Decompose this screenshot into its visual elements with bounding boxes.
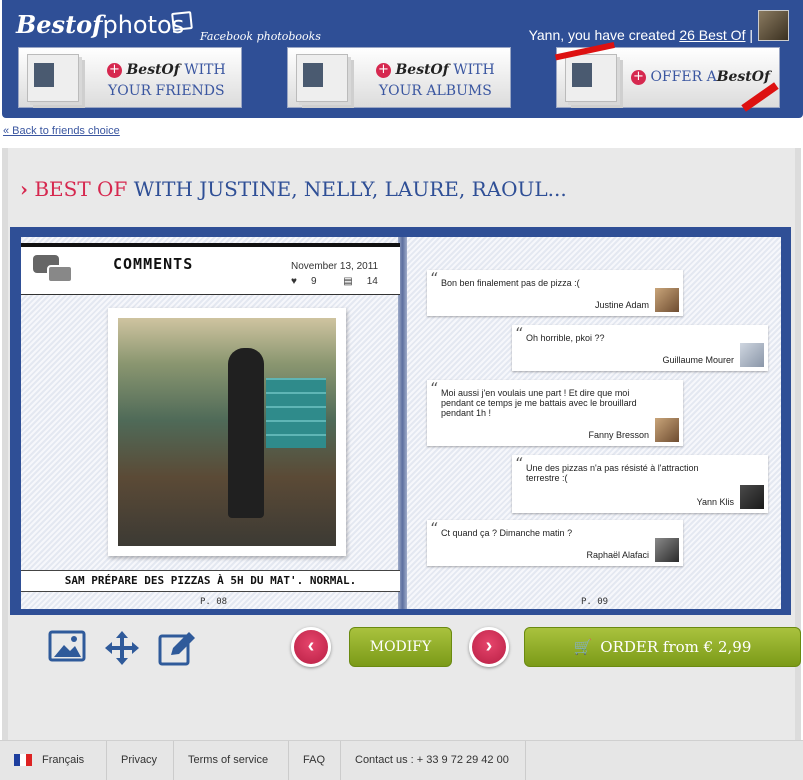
plus-icon: + bbox=[631, 69, 646, 85]
author-avatar bbox=[655, 538, 679, 562]
french-flag-icon bbox=[14, 754, 32, 767]
photo-frame-icon bbox=[171, 11, 193, 31]
kitchen-photo bbox=[118, 318, 336, 546]
photo-frame[interactable] bbox=[108, 308, 346, 556]
privacy-link[interactable]: Privacy bbox=[107, 741, 174, 780]
user-avatar[interactable] bbox=[758, 10, 789, 41]
button-label: OFFER A bbox=[650, 69, 717, 85]
offer-a-bestof-button[interactable]: + OFFER ABestOf bbox=[554, 42, 780, 112]
button-label-line2: YOUR ALBUMS bbox=[378, 83, 492, 99]
person-figure bbox=[228, 348, 264, 518]
comment-item: “ Bon ben finalement pas de pizza :( Jus… bbox=[427, 269, 683, 316]
cart-icon: 🛒 bbox=[573, 638, 593, 656]
photo-caption: SAM PRÉPARE DES PIZZAS À 5H DU MAT'. NOR… bbox=[21, 570, 400, 592]
bestof-with-friends-button[interactable]: + BestOf WITH YOUR FRIENDS bbox=[18, 47, 242, 108]
comment-author: Yann Klis bbox=[696, 497, 734, 507]
quote-icon: “ bbox=[430, 269, 439, 288]
comment-author: Raphaël Alafaci bbox=[586, 550, 649, 560]
comment-text: Une des pizzas n'a pas résisté à l'attra… bbox=[526, 463, 699, 483]
back-to-friends-link[interactable]: « Back to friends choice bbox=[3, 125, 120, 137]
bestofphotos-logo[interactable]: Bestofphotos bbox=[16, 10, 184, 39]
post-stats: ♥ 9 ▤ 14 bbox=[291, 276, 392, 287]
comment-item: “ Ct quand ça ? Dimanche matin ? Raphaël… bbox=[427, 519, 683, 566]
faq-link[interactable]: FAQ bbox=[289, 741, 341, 780]
comments-heading: COMMENTS bbox=[113, 255, 194, 273]
comment-author: Fanny Bresson bbox=[588, 430, 649, 440]
brand-label: BestOf bbox=[716, 69, 770, 85]
bestof-with-albums-button[interactable]: + BestOf WITH YOUR ALBUMS bbox=[287, 47, 511, 108]
photobook-thumbnail bbox=[296, 54, 348, 102]
button-label: WITH bbox=[453, 62, 495, 78]
tiles bbox=[266, 378, 326, 448]
comment-text: Moi aussi j'en voulais une part ! Et dir… bbox=[441, 388, 637, 418]
created-count-link[interactable]: 26 Best Of bbox=[679, 27, 745, 43]
quote-icon: “ bbox=[515, 324, 524, 343]
author-avatar bbox=[655, 288, 679, 312]
comment-item: “ Une des pizzas n'a pas résisté à l'att… bbox=[512, 454, 768, 513]
page-number-left: P. 08 bbox=[200, 597, 228, 607]
order-label: ORDER from € 2,99 bbox=[600, 638, 752, 656]
title-rest: WITH JUSTINE, NELLY, LAURE, RAOUL... bbox=[133, 177, 567, 201]
quote-icon: “ bbox=[430, 519, 439, 538]
quote-icon: “ bbox=[515, 454, 524, 473]
image-icon[interactable] bbox=[48, 629, 88, 667]
heart-icon: ♥ bbox=[291, 276, 297, 287]
user-status-text: Yann, you have created bbox=[528, 27, 676, 43]
language-label: Français bbox=[42, 754, 85, 766]
author-avatar bbox=[740, 485, 764, 509]
previous-page-button[interactable]: ‹ bbox=[291, 627, 331, 667]
separator: | bbox=[749, 27, 753, 43]
comment-author: Justine Adam bbox=[594, 300, 649, 310]
move-icon[interactable] bbox=[103, 629, 143, 667]
plus-icon: + bbox=[376, 62, 391, 78]
header-bar: Bestofphotos Facebook photobooks Yann, y… bbox=[2, 0, 803, 118]
next-page-button[interactable]: › bbox=[469, 627, 509, 667]
page-title: › BEST OF WITH JUSTINE, NELLY, LAURE, RA… bbox=[20, 177, 567, 201]
brand-label: BestOf bbox=[395, 62, 449, 78]
title-prefix: BEST OF bbox=[34, 177, 128, 201]
button-label: WITH bbox=[184, 62, 226, 78]
comment-item: “ Moi aussi j'en voulais une part ! Et d… bbox=[427, 379, 683, 446]
user-status: Yann, you have created 26 Best Of | bbox=[529, 27, 753, 43]
page-number-right: P. 09 bbox=[581, 597, 609, 607]
comments-count: 14 bbox=[366, 276, 378, 287]
comment-text: Ct quand ça ? Dimanche matin ? bbox=[441, 528, 573, 538]
comments-header: COMMENTS November 13, 2011 ♥ 9 ▤ 14 bbox=[21, 243, 400, 295]
footer: Français Privacy Terms of service FAQ Co… bbox=[0, 740, 803, 780]
comment-bubbles-icon bbox=[33, 255, 77, 289]
likes-count: 9 bbox=[310, 276, 317, 287]
terms-link[interactable]: Terms of service bbox=[174, 741, 289, 780]
chevron-right-icon: › bbox=[20, 177, 28, 201]
tagline: Facebook photobooks bbox=[200, 30, 321, 43]
modify-button[interactable]: MODIFY bbox=[349, 627, 452, 667]
comment-author: Guillaume Mourer bbox=[662, 355, 734, 365]
logo-bold-text: Bestof bbox=[16, 10, 103, 39]
post-date: November 13, 2011 bbox=[291, 261, 379, 272]
plus-icon: + bbox=[107, 62, 122, 78]
comment-text: Bon ben finalement pas de pizza :( bbox=[441, 278, 580, 288]
photobook-thumbnail bbox=[27, 54, 79, 102]
quote-icon: “ bbox=[430, 379, 439, 398]
language-selector[interactable]: Français bbox=[0, 741, 107, 780]
button-label-line2: YOUR FRIENDS bbox=[108, 83, 225, 99]
comment-text: Oh horrible, pkoi ?? bbox=[526, 333, 605, 343]
brand-label: BestOf bbox=[126, 62, 180, 78]
comment-item: “ Oh horrible, pkoi ?? Guillaume Mourer bbox=[512, 324, 768, 371]
author-avatar bbox=[740, 343, 764, 367]
comment-icon: ▤ bbox=[343, 276, 353, 287]
edit-icon[interactable] bbox=[157, 629, 197, 667]
order-button[interactable]: 🛒 ORDER from € 2,99 bbox=[524, 627, 801, 667]
author-avatar bbox=[655, 418, 679, 442]
contact-link[interactable]: Contact us : + 33 9 72 29 42 00 bbox=[341, 741, 526, 780]
